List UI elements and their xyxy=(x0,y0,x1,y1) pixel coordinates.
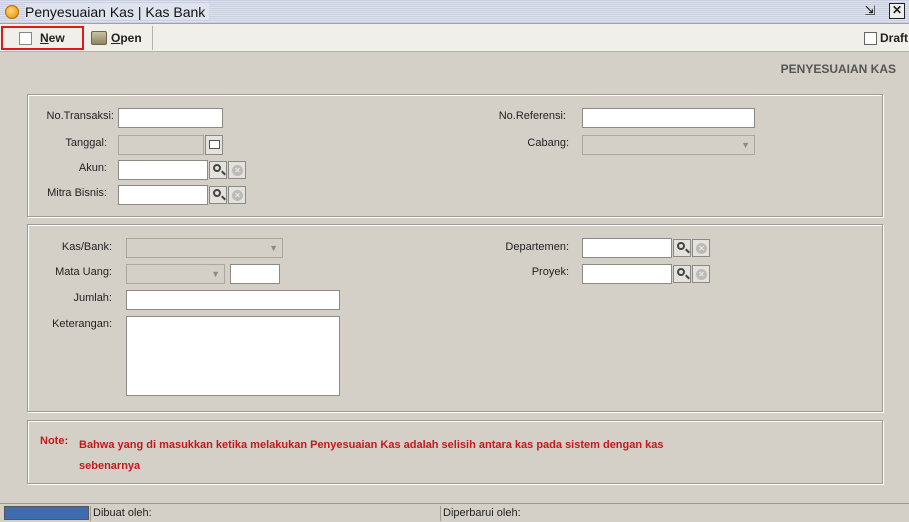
status-bar: Dibuat oleh: Diperbarui oleh: xyxy=(0,503,909,522)
kurs-input[interactable] xyxy=(230,264,280,284)
created-by-label: Dibuat oleh: xyxy=(90,506,440,521)
clear-icon: ✕ xyxy=(696,269,707,280)
chevron-down-icon: ▼ xyxy=(741,140,750,150)
new-document-icon xyxy=(19,31,32,45)
proyek-input[interactable] xyxy=(582,264,672,284)
search-icon xyxy=(677,268,685,276)
form-content: PENYESUAIAN KAS No.Transaksi: Tanggal: A… xyxy=(1,53,908,499)
search-icon xyxy=(213,164,221,172)
note-label: Note: xyxy=(40,435,69,447)
kas-bank-select[interactable]: ▼ xyxy=(126,238,283,258)
kas-bank-label: Kas/Bank: xyxy=(61,241,112,253)
departemen-clear-button[interactable]: ✕ xyxy=(692,239,710,257)
mitra-clear-button[interactable]: ✕ xyxy=(228,186,246,204)
proyek-label: Proyek: xyxy=(531,266,569,278)
akun-search-button[interactable] xyxy=(209,161,227,179)
app-logo-icon xyxy=(5,5,19,19)
departemen-search-button[interactable] xyxy=(673,239,691,257)
keterangan-textarea[interactable] xyxy=(126,316,340,396)
chevron-down-icon: ▼ xyxy=(269,243,278,253)
updated-by-label: Diperbarui oleh: xyxy=(440,506,909,521)
search-icon xyxy=(213,189,221,197)
akun-label: Akun: xyxy=(78,162,107,174)
jumlah-input[interactable] xyxy=(126,290,340,310)
akun-clear-button[interactable]: ✕ xyxy=(228,161,246,179)
cabang-select[interactable]: ▼ xyxy=(582,135,755,155)
new-button[interactable]: New xyxy=(1,26,84,50)
no-referensi-label: No.Referensi: xyxy=(498,110,566,122)
draft-checkbox[interactable]: Draft xyxy=(864,26,909,50)
calendar-icon xyxy=(209,140,220,149)
open-folder-icon xyxy=(91,31,107,45)
open-button-label: Open xyxy=(111,31,142,45)
new-button-label: New xyxy=(40,31,65,45)
search-icon xyxy=(677,242,685,250)
clear-icon: ✕ xyxy=(232,165,243,176)
cabang-label: Cabang: xyxy=(527,137,569,149)
mitra-bisnis-input[interactable] xyxy=(118,185,208,205)
jumlah-label: Jumlah: xyxy=(73,292,112,304)
tanggal-label: Tanggal: xyxy=(65,137,107,149)
restore-icon[interactable]: ⇲ xyxy=(862,3,878,19)
clear-icon: ✕ xyxy=(232,190,243,201)
no-transaksi-input[interactable] xyxy=(118,108,223,128)
keterangan-label: Keterangan: xyxy=(52,318,112,330)
proyek-clear-button[interactable]: ✕ xyxy=(692,265,710,283)
no-referensi-input[interactable] xyxy=(582,108,755,128)
progress-bar xyxy=(4,506,89,520)
draft-checkbox-box[interactable] xyxy=(864,31,877,45)
note-text: Bahwa yang di masukkan ketika melakukan … xyxy=(79,439,664,472)
mata-uang-label: Mata Uang: xyxy=(55,266,112,278)
departemen-label: Departemen: xyxy=(505,241,569,253)
toolbar: New Open Draft xyxy=(0,24,909,52)
close-icon[interactable]: ✕ xyxy=(889,3,905,19)
mitra-search-button[interactable] xyxy=(209,186,227,204)
draft-label: Draft xyxy=(880,31,909,45)
form-title: PENYESUAIAN KAS xyxy=(780,62,896,76)
open-button[interactable]: Open xyxy=(89,26,153,50)
mitra-bisnis-label: Mitra Bisnis: xyxy=(47,187,107,199)
clear-icon: ✕ xyxy=(696,243,707,254)
date-picker-button[interactable] xyxy=(205,135,223,155)
chevron-down-icon: ▼ xyxy=(211,269,220,279)
no-transaksi-label: No.Transaksi: xyxy=(46,110,114,122)
mata-uang-select[interactable]: ▼ xyxy=(126,264,225,284)
departemen-input[interactable] xyxy=(582,238,672,258)
tanggal-input[interactable] xyxy=(118,135,204,155)
akun-input[interactable] xyxy=(118,160,208,180)
window-title: Penyesuaian Kas | Kas Bank xyxy=(25,4,210,20)
title-bar: Penyesuaian Kas | Kas Bank ⇲ ✕ xyxy=(0,0,909,24)
proyek-search-button[interactable] xyxy=(673,265,691,283)
